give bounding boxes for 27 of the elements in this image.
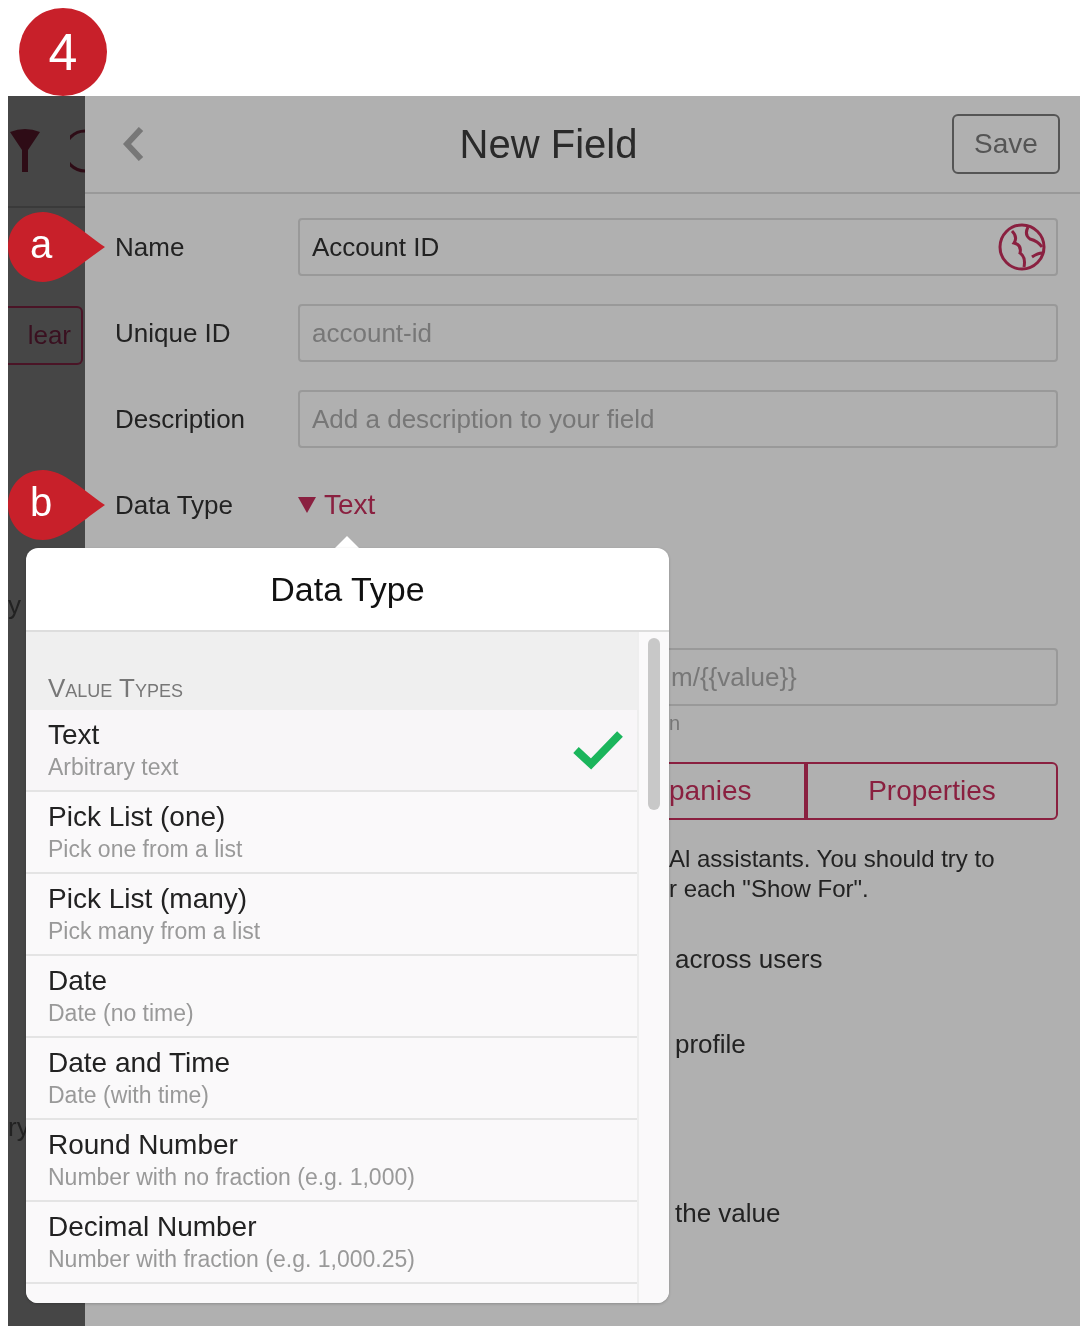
page-title: New Field <box>458 121 639 167</box>
back-icon[interactable] <box>123 127 145 161</box>
caret-icon <box>298 497 316 513</box>
section-header: Value Types <box>48 673 184 704</box>
input-field[interactable]: Add a description to your field <box>298 390 1058 448</box>
field-label: Name <box>115 231 186 263</box>
field-label: Data Type <box>115 489 235 521</box>
input-field[interactable]: Account ID <box>298 218 1058 276</box>
segment-tab[interactable]: Properties <box>805 762 1058 820</box>
scrollbar-thumb[interactable] <box>648 638 660 810</box>
globe-icon[interactable] <box>998 223 1046 271</box>
option-text: across users <box>674 944 824 975</box>
data-type-dropdown[interactable]: Text <box>298 489 376 521</box>
funnel-icon <box>10 128 40 174</box>
input-field[interactable]: m/{{value}} <box>669 648 1058 706</box>
hint-text: n <box>669 712 682 736</box>
option-text: the value <box>674 1198 782 1229</box>
checkmark-icon <box>573 730 623 770</box>
callout-letter: b <box>30 480 53 525</box>
step-badge: 4 <box>19 8 107 96</box>
popover-title: Data Type <box>270 569 425 609</box>
input-field[interactable]: account-id <box>298 304 1058 362</box>
field-label: Unique ID <box>115 317 232 349</box>
description-text: Al assistants. You should try to r each "Show For". <box>669 844 996 904</box>
option-text: profile <box>674 1029 747 1060</box>
field-label: Description <box>115 403 247 435</box>
callout-letter: a <box>30 222 53 267</box>
